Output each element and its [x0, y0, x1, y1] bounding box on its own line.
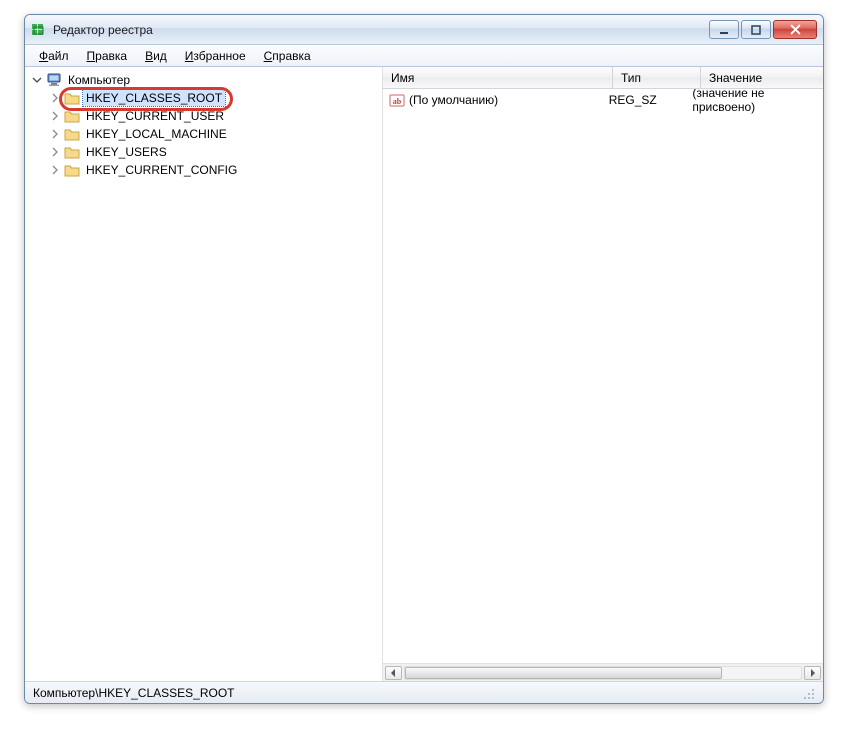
list-header: Имя Тип Значение: [383, 67, 823, 89]
svg-text:ab: ab: [393, 97, 402, 106]
minimize-button[interactable]: [709, 20, 739, 39]
menu-view[interactable]: Вид: [137, 47, 175, 65]
list-pane: Имя Тип Значение ab (По умолчанию) REG_SZ…: [383, 67, 823, 681]
tree-node-hive[interactable]: HKEY_CURRENT_USER: [49, 107, 382, 125]
tree-node-hive[interactable]: HKEY_USERS: [49, 143, 382, 161]
client-area: Компьютер HKEY_CLASSES_ROOT HKEY_CURRENT…: [25, 67, 823, 703]
tree-node-label: HKEY_CURRENT_CONFIG: [83, 162, 240, 178]
column-header-value[interactable]: Значение: [701, 67, 823, 88]
tree-node-computer[interactable]: Компьютер: [31, 71, 382, 89]
tree-node-label: HKEY_LOCAL_MACHINE: [83, 126, 230, 142]
window-controls: [709, 20, 817, 39]
collapse-icon[interactable]: [31, 74, 43, 86]
menu-favorites[interactable]: Избранное: [177, 47, 254, 65]
tree-node-hive[interactable]: HKEY_LOCAL_MACHINE: [49, 125, 382, 143]
close-button[interactable]: [773, 20, 817, 39]
tree-node-label: HKEY_CLASSES_ROOT: [83, 90, 225, 106]
resize-grip-icon[interactable]: [801, 686, 815, 700]
menu-file[interactable]: Файл: [31, 47, 77, 65]
folder-icon: [64, 108, 80, 124]
expand-icon[interactable]: [49, 92, 61, 104]
scroll-left-button[interactable]: [385, 666, 402, 680]
folder-icon: [64, 126, 80, 142]
maximize-button[interactable]: [741, 20, 771, 39]
folder-icon: [64, 90, 80, 106]
tree-node-hive[interactable]: HKEY_CURRENT_CONFIG: [49, 161, 382, 179]
list-row[interactable]: ab (По умолчанию)REG_SZ(значение не прис…: [383, 91, 823, 109]
menu-bar: Файл Правка Вид Избранное Справка: [25, 45, 823, 67]
menu-edit[interactable]: Правка: [79, 47, 136, 65]
registry-editor-window: Редактор реестра Файл Правка Вид Избранн…: [24, 14, 824, 704]
column-header-type[interactable]: Тип: [613, 67, 701, 88]
menu-help[interactable]: Справка: [256, 47, 319, 65]
tree-node-label: Компьютер: [65, 72, 133, 88]
scroll-track[interactable]: [404, 666, 802, 680]
title-bar[interactable]: Редактор реестра: [25, 15, 823, 45]
tree-node-hive[interactable]: HKEY_CLASSES_ROOT: [49, 89, 382, 107]
expand-icon[interactable]: [49, 110, 61, 122]
tree-node-label: HKEY_CURRENT_USER: [83, 108, 227, 124]
folder-icon: [64, 162, 80, 178]
tree-pane[interactable]: Компьютер HKEY_CLASSES_ROOT HKEY_CURRENT…: [25, 67, 383, 681]
value-data: (значение не присвоено): [684, 89, 823, 114]
expand-icon[interactable]: [49, 146, 61, 158]
computer-icon: [46, 72, 62, 88]
horizontal-scrollbar[interactable]: [383, 663, 823, 681]
status-path: Компьютер\HKEY_CLASSES_ROOT: [33, 686, 235, 700]
split-panes: Компьютер HKEY_CLASSES_ROOT HKEY_CURRENT…: [25, 67, 823, 681]
window-title: Редактор реестра: [53, 23, 709, 37]
expand-icon[interactable]: [49, 128, 61, 140]
scroll-thumb[interactable]: [405, 667, 722, 679]
folder-icon: [64, 144, 80, 160]
value-name: (По умолчанию): [409, 93, 498, 107]
status-bar: Компьютер\HKEY_CLASSES_ROOT: [25, 681, 823, 703]
list-body[interactable]: ab (По умолчанию) REG_SZ(значение не прис…: [383, 89, 823, 663]
tree-node-label: HKEY_USERS: [83, 144, 170, 160]
string-value-icon: ab: [389, 92, 405, 108]
value-type: REG_SZ: [601, 93, 685, 107]
expand-icon[interactable]: [49, 164, 61, 176]
column-header-name[interactable]: Имя: [383, 67, 613, 88]
app-icon: [31, 22, 47, 38]
scroll-right-button[interactable]: [804, 666, 821, 680]
